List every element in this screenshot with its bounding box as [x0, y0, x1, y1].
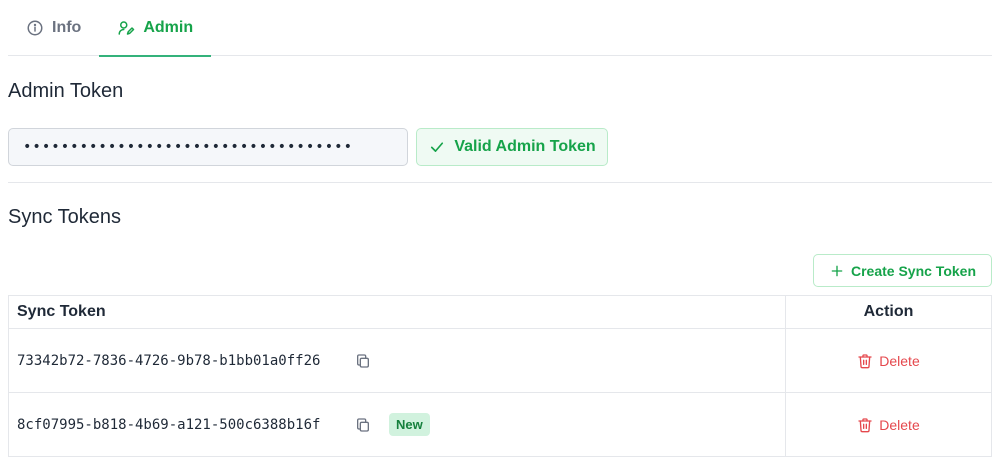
delete-label: Delete — [879, 416, 920, 433]
section-divider — [8, 182, 992, 183]
table-row: 73342b72-7836-4726-9b78-b1bb01a0ff26 Del… — [8, 328, 992, 393]
sync-tokens-table: Sync Token Action 73342b72-7836-4726-9b7… — [8, 295, 992, 457]
tab-admin-label: Admin — [143, 19, 194, 36]
sync-tokens-heading: Sync Tokens — [8, 206, 122, 228]
new-badge: New — [389, 413, 430, 436]
create-sync-token-button[interactable]: Create Sync Token — [813, 254, 992, 287]
copy-icon[interactable] — [355, 353, 371, 369]
admin-token-heading: Admin Token — [8, 80, 124, 102]
table-header-row: Sync Token Action — [8, 295, 992, 329]
admin-token-input[interactable] — [8, 128, 408, 166]
token-cell: 8cf07995-b818-4b69-a121-500c6388b16f New — [8, 392, 786, 457]
trash-icon — [858, 353, 872, 368]
check-icon — [431, 142, 444, 152]
info-circle-icon — [27, 20, 43, 36]
table-row: 8cf07995-b818-4b69-a121-500c6388b16f New — [8, 392, 992, 457]
tab-info[interactable]: Info — [8, 0, 99, 56]
copy-icon[interactable] — [355, 417, 371, 433]
token-cell: 73342b72-7836-4726-9b78-b1bb01a0ff26 — [8, 328, 786, 393]
sync-token-value: 8cf07995-b818-4b69-a121-500c6388b16f — [17, 416, 321, 433]
create-sync-token-label: Create Sync Token — [850, 262, 976, 279]
tab-bar: Info Admin — [8, 0, 992, 57]
column-header-action: Action — [785, 295, 992, 329]
plus-icon — [831, 265, 843, 276]
user-edit-icon — [118, 21, 135, 35]
sync-token-value: 73342b72-7836-4726-9b78-b1bb01a0ff26 — [17, 352, 321, 369]
delete-label: Delete — [879, 352, 920, 369]
column-header-sync-token: Sync Token — [8, 295, 786, 329]
trash-icon — [858, 417, 872, 432]
tab-admin[interactable]: Admin — [99, 0, 211, 57]
valid-admin-token-label: Valid Admin Token — [454, 138, 596, 155]
tab-info-label: Info — [52, 19, 82, 36]
action-cell: Delete — [785, 328, 992, 393]
action-cell: Delete — [785, 392, 992, 457]
delete-button[interactable]: Delete — [794, 353, 983, 369]
valid-admin-token-badge: Valid Admin Token — [416, 128, 608, 166]
delete-button[interactable]: Delete — [794, 417, 983, 433]
